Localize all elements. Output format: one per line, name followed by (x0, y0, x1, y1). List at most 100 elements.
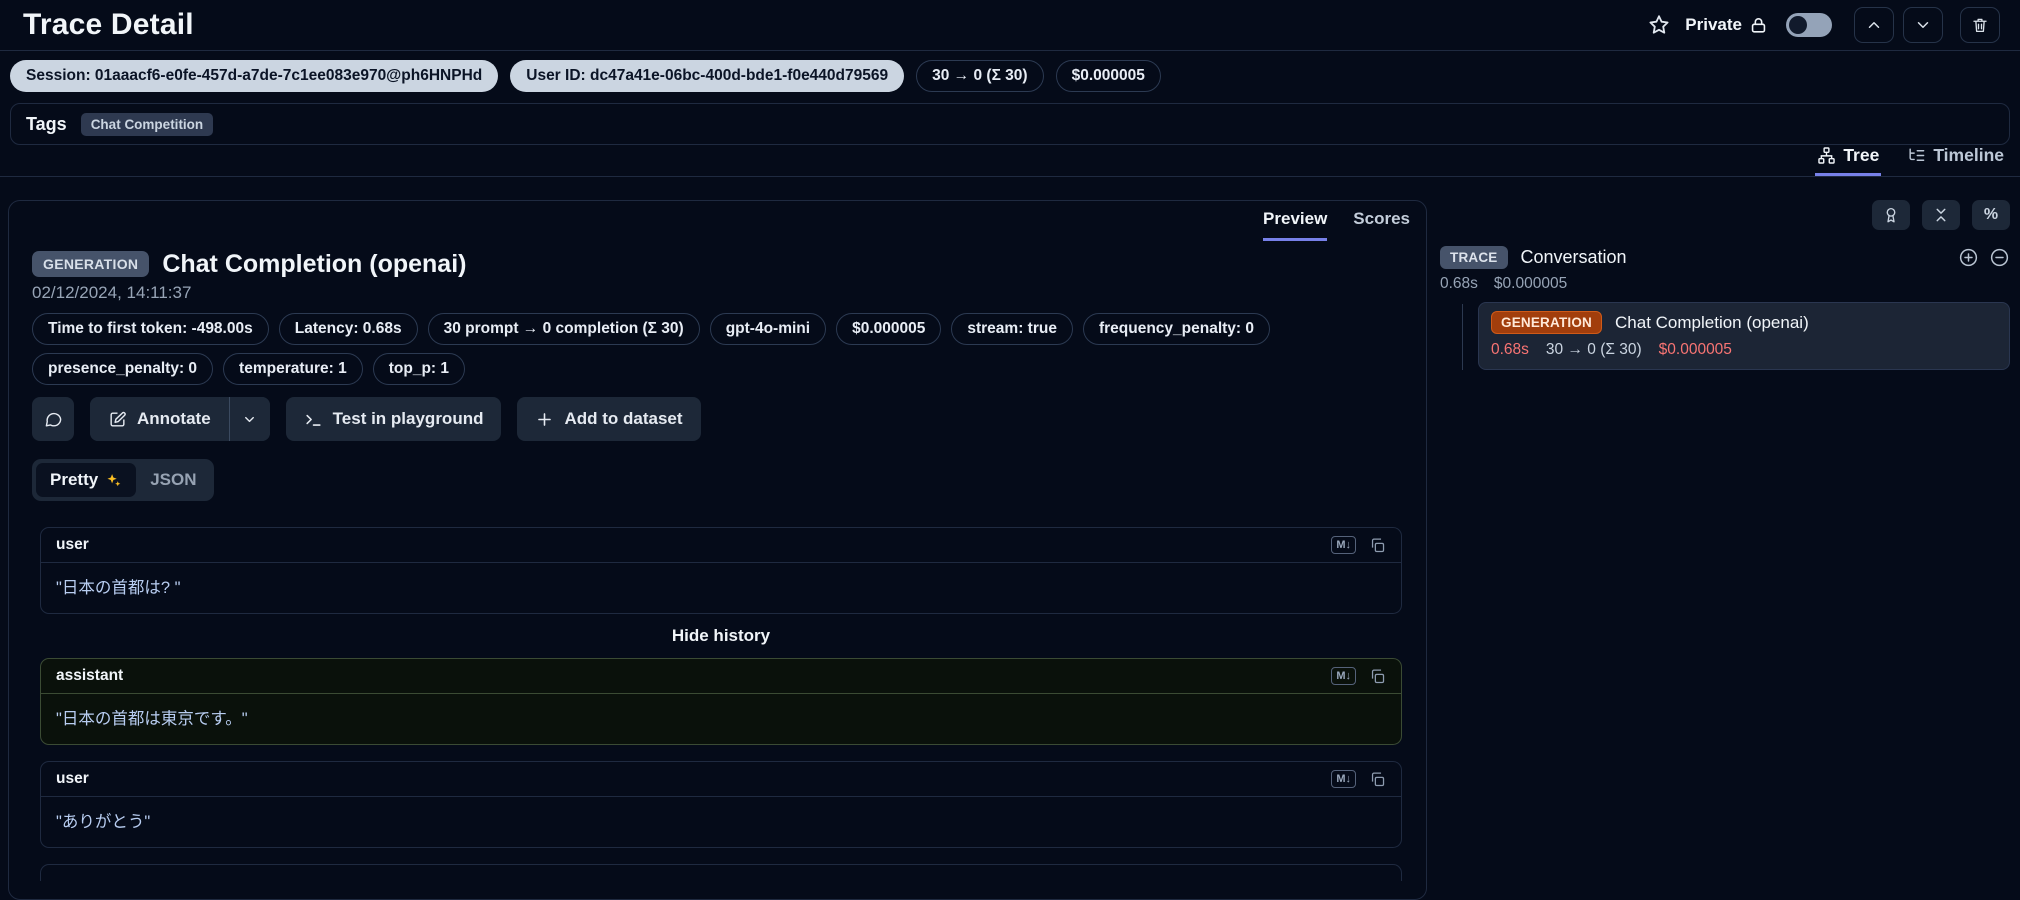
ttft-badge: Time to first token: -498.00s (32, 313, 269, 345)
message-role: assistant (56, 667, 124, 684)
lock-icon (1749, 16, 1768, 35)
tree-connector-line (1462, 304, 1463, 370)
message-block-user-1: user M↓ "日本の首都は? " (40, 527, 1402, 614)
format-pretty[interactable]: Pretty (36, 463, 137, 497)
collapse-all-button[interactable] (1922, 200, 1960, 230)
tags-bar: Tags Chat Competition (10, 103, 2010, 145)
tab-tree[interactable]: Tree (1815, 145, 1882, 176)
tab-timeline-label: Timeline (1933, 145, 2004, 165)
sparkles-icon (105, 472, 122, 489)
add-to-dataset-label: Add to dataset (564, 409, 683, 428)
generation-cost: $0.000005 (1658, 341, 1732, 358)
header-divider (0, 50, 2020, 51)
session-badge[interactable]: Session: 01aaacf6-e0fe-457d-a7de-7c1ee08… (10, 60, 499, 92)
tab-scores[interactable]: Scores (1353, 209, 1410, 241)
playground-label: Test in playground (332, 409, 484, 428)
tag-chip[interactable]: Chat Competition (80, 112, 214, 136)
trace-root-row[interactable]: TRACE Conversation (1440, 246, 2010, 269)
delete-trace-button[interactable] (1960, 7, 2000, 43)
model-badge[interactable]: gpt-4o-mini (709, 313, 827, 345)
annotate-split-button: Annotate (90, 397, 270, 441)
markdown-toggle-icon[interactable]: M↓ (1331, 536, 1356, 554)
pretty-label: Pretty (50, 470, 99, 489)
format-json[interactable]: JSON (136, 463, 210, 497)
privacy-label: Private (1685, 15, 1742, 34)
metrics-toggle-button[interactable]: % (1972, 200, 2010, 230)
next-trace-button[interactable] (1903, 7, 1943, 43)
tree-children: GENERATION Chat Completion (openai) 0.68… (1440, 302, 2010, 370)
presence-penalty-badge: presence_penalty: 0 (32, 353, 214, 385)
cost-badge: $0.000005 (836, 313, 942, 345)
generation-type-badge: GENERATION (32, 251, 150, 277)
scores-toggle-button[interactable] (1872, 200, 1910, 230)
markdown-toggle-icon[interactable]: M↓ (1331, 667, 1356, 685)
annotate-dropdown-button[interactable] (229, 397, 270, 441)
comment-button[interactable] (32, 397, 74, 441)
chevrons-down-up-icon (1932, 206, 1950, 224)
tab-preview[interactable]: Preview (1263, 209, 1328, 241)
tab-tree-label: Tree (1843, 145, 1880, 165)
nav-button-group (1854, 7, 1943, 43)
add-to-dataset-button[interactable]: Add to dataset (517, 397, 701, 441)
message-tools: M↓ (1331, 770, 1386, 788)
annotate-button[interactable]: Annotate (90, 397, 229, 441)
generation-metrics: 0.68s 30 → 0 (Σ 30) $0.000005 (1491, 341, 1997, 359)
annotate-pen-icon (108, 410, 127, 429)
tree-icon (1817, 146, 1836, 165)
message-content: "ありがとう" (56, 813, 151, 831)
message-role: user (56, 536, 89, 553)
trace-cost-badge: $0.000005 (1055, 60, 1161, 92)
generation-type-badge: GENERATION (1491, 311, 1603, 334)
temperature-badge: temperature: 1 (223, 353, 363, 385)
generation-tree-item[interactable]: GENERATION Chat Completion (openai) 0.68… (1478, 302, 2010, 370)
message-tools: M↓ (1331, 667, 1386, 685)
trace-name: Conversation (1520, 247, 1627, 267)
user-id-badge[interactable]: User ID: dc47a41e-06bc-400d-bde1-f0e440d… (510, 60, 905, 92)
plus-circle-icon[interactable] (1958, 247, 1979, 268)
message-block-user-2: user M↓ "ありがとう" (40, 761, 1402, 848)
top-p-badge: top_p: 1 (372, 353, 466, 385)
percent-icon: % (1983, 206, 1999, 223)
toggle-knob (1789, 16, 1807, 34)
privacy-toggle[interactable] (1786, 13, 1832, 37)
trace-type-badge: TRACE (1440, 246, 1508, 269)
page-title: Trace Detail (23, 8, 194, 41)
next-message-block-partial (40, 864, 1402, 881)
tab-timeline[interactable]: Timeline (1905, 145, 2006, 176)
observation-title: Chat Completion (openai) (162, 249, 467, 278)
trace-cost: $0.000005 (1493, 275, 1568, 292)
copy-icon[interactable] (1369, 771, 1386, 788)
generation-tokens: 30 → 0 (Σ 30) (1545, 341, 1642, 358)
test-in-playground-button[interactable]: Test in playground (285, 397, 502, 441)
frequency-penalty-badge: frequency_penalty: 0 (1082, 313, 1271, 345)
previous-trace-button[interactable] (1854, 7, 1894, 43)
trash-icon (1971, 16, 1989, 34)
message-header: user M↓ (41, 762, 1401, 797)
minus-circle-icon[interactable] (1989, 247, 2010, 268)
stream-badge: stream: true (951, 313, 1073, 345)
hide-history-button[interactable]: Hide history (40, 626, 1402, 646)
plus-icon (535, 410, 554, 429)
trace-tokens-badge: 30 → 0 (Σ 30) (916, 60, 1044, 92)
markdown-toggle-icon[interactable]: M↓ (1331, 770, 1356, 788)
generation-row: GENERATION Chat Completion (openai) (1491, 311, 1997, 334)
tree-toolbar: % (1440, 200, 2010, 230)
copy-icon[interactable] (1369, 537, 1386, 554)
annotate-label: Annotate (137, 409, 211, 428)
observation-panel: Preview Scores GENERATION Chat Completio… (8, 200, 1427, 900)
observation-header: GENERATION Chat Completion (openai) (32, 249, 1402, 279)
chevron-down-icon (1914, 16, 1932, 34)
latency-badge: Latency: 0.68s (278, 313, 418, 345)
copy-icon[interactable] (1369, 668, 1386, 685)
message-block-assistant: assistant M↓ "日本の首都は東京です。" (40, 658, 1402, 745)
token-usage-badge: 30 prompt → 0 completion (Σ 30) (427, 313, 700, 345)
message-header: assistant M↓ (41, 659, 1401, 694)
observation-timestamp: 02/12/2024, 14:11:37 (32, 283, 192, 302)
star-icon[interactable] (1647, 13, 1671, 37)
message-role: user (56, 770, 89, 787)
message-content: "日本の首都は東京です。" (56, 710, 248, 728)
trace-meta-row: Session: 01aaacf6-e0fe-457d-a7de-7c1ee08… (10, 60, 2010, 92)
comment-icon (44, 410, 63, 429)
panel-tabs: Preview Scores (1263, 209, 1410, 241)
award-icon (1882, 206, 1900, 224)
